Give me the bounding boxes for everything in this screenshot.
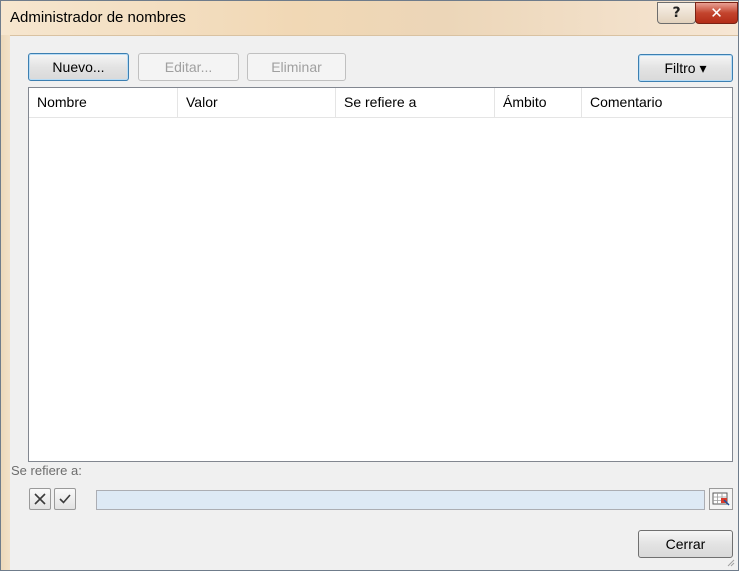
window-frame-left xyxy=(1,35,10,570)
edit-button-label: Editar... xyxy=(164,59,213,75)
close-icon: ✕ xyxy=(710,4,723,22)
range-select-icon xyxy=(712,492,730,506)
help-button[interactable]: ? xyxy=(657,2,696,24)
names-list[interactable]: Nombre Valor Se refiere a Ámbito Comenta… xyxy=(28,87,733,462)
column-header-value[interactable]: Valor xyxy=(178,88,336,117)
column-header-name[interactable]: Nombre xyxy=(29,88,178,117)
refers-to-input[interactable] xyxy=(96,490,705,510)
confirm-edit-button[interactable] xyxy=(54,488,76,510)
close-button-label: Cerrar xyxy=(665,536,706,552)
window-title: Administrador de nombres xyxy=(10,9,186,26)
resize-grip[interactable] xyxy=(725,557,735,567)
filter-button[interactable]: Filtro ▾ xyxy=(638,54,733,82)
close-button[interactable]: Cerrar xyxy=(638,530,733,558)
edit-button[interactable]: Editar... xyxy=(138,53,239,81)
title-bar: Administrador de nombres ? ✕ xyxy=(1,1,738,36)
new-button-label: Nuevo... xyxy=(52,59,105,75)
cancel-edit-button[interactable] xyxy=(29,488,51,510)
column-header-refers-to[interactable]: Se refiere a xyxy=(336,88,495,117)
check-icon xyxy=(59,494,71,504)
delete-button[interactable]: Eliminar xyxy=(247,53,346,81)
help-icon: ? xyxy=(672,5,681,21)
cancel-x-icon xyxy=(34,493,46,505)
delete-button-label: Eliminar xyxy=(271,59,322,75)
close-window-button[interactable]: ✕ xyxy=(695,2,738,24)
column-header-comment[interactable]: Comentario xyxy=(582,88,734,117)
new-button[interactable]: Nuevo... xyxy=(28,53,129,81)
refers-to-label: Se refiere a: xyxy=(11,463,82,478)
list-header: Nombre Valor Se refiere a Ámbito Comenta… xyxy=(29,88,732,118)
range-picker-button[interactable] xyxy=(709,488,733,510)
filter-button-label: Filtro ▾ xyxy=(664,59,707,76)
name-manager-dialog: Administrador de nombres ? ✕ Nuevo... Ed… xyxy=(0,0,739,571)
column-header-scope[interactable]: Ámbito xyxy=(495,88,582,117)
